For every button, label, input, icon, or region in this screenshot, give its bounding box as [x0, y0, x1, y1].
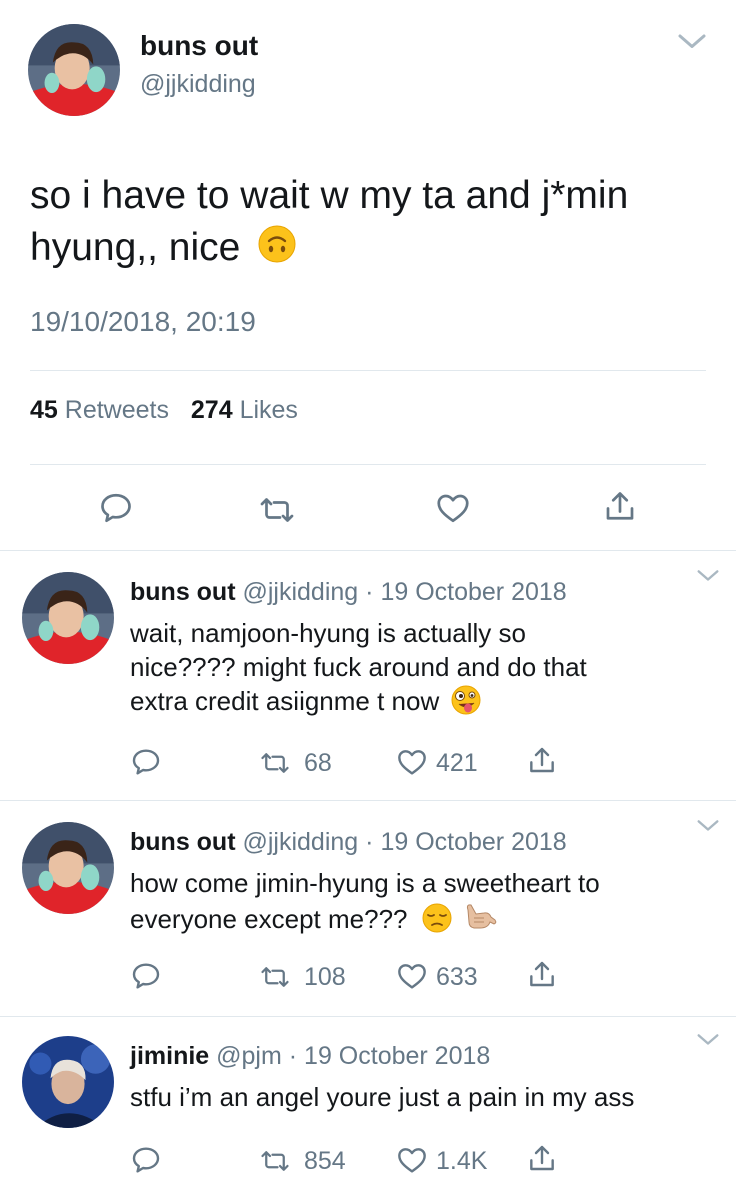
- separator: ·: [365, 578, 374, 606]
- zany-face-icon: [450, 684, 482, 724]
- retweet-icon[interactable]: [258, 492, 296, 528]
- reply-icon[interactable]: [130, 746, 162, 778]
- avatar[interactable]: [22, 572, 114, 664]
- reply-date[interactable]: 19 October 2018: [304, 1042, 490, 1070]
- separator: ·: [365, 828, 374, 856]
- tweet-text-line: hyung,, nice: [30, 226, 241, 269]
- display-name[interactable]: buns out: [130, 828, 236, 856]
- chevron-down-icon[interactable]: [694, 1026, 722, 1054]
- divider: [30, 370, 706, 371]
- user-handle[interactable]: @jjkidding: [242, 828, 358, 856]
- tweet-text-line: so i have to wait w my ta and j*min: [30, 174, 629, 217]
- share-icon[interactable]: [526, 958, 558, 992]
- reply-text: wait, namjoon-hyung is actually so nice?…: [130, 616, 587, 724]
- divider: [30, 464, 706, 465]
- retweet-count[interactable]: 68: [304, 749, 332, 778]
- retweets-count[interactable]: 45: [30, 396, 58, 424]
- reply-text: how come jimin-hyung is a sweetheart to …: [130, 866, 600, 942]
- reply-header: jiminie @pjm · 19 October 2018: [130, 1042, 490, 1071]
- reply-text-line: everyone except me???: [130, 904, 408, 934]
- display-name[interactable]: buns out: [140, 30, 258, 62]
- user-handle[interactable]: @pjm: [216, 1042, 282, 1070]
- divider: [0, 1016, 736, 1017]
- divider: [0, 800, 736, 801]
- retweet-icon[interactable]: [258, 962, 292, 992]
- like-icon[interactable]: [435, 490, 471, 526]
- retweet-count[interactable]: 854: [304, 1147, 346, 1176]
- avatar[interactable]: [28, 24, 120, 116]
- reply-text-line: nice???? might fuck around and do that: [130, 652, 587, 682]
- like-icon[interactable]: [396, 960, 428, 992]
- likes-label[interactable]: Likes: [240, 396, 298, 424]
- share-icon[interactable]: [602, 488, 638, 526]
- tweet-stats: 45 Retweets 274 Likes: [30, 396, 298, 425]
- like-count[interactable]: 1.4K: [436, 1147, 487, 1176]
- reply-date[interactable]: 19 October 2018: [380, 828, 566, 856]
- display-name[interactable]: jiminie: [130, 1042, 209, 1070]
- user-handle[interactable]: @jjkidding: [242, 578, 358, 606]
- retweet-count[interactable]: 108: [304, 963, 346, 992]
- reply-text-line: extra credit asiignme t now: [130, 686, 440, 716]
- like-count[interactable]: 421: [436, 749, 478, 778]
- like-icon[interactable]: [396, 746, 428, 778]
- reply-icon[interactable]: [130, 1144, 162, 1176]
- like-icon[interactable]: [396, 1144, 428, 1176]
- user-handle[interactable]: @jjkidding: [140, 70, 256, 99]
- tweet-text: so i have to wait w my ta and j*min hyun…: [30, 170, 628, 278]
- share-icon[interactable]: [526, 1142, 558, 1176]
- reply-header: buns out @jjkidding · 19 October 2018: [130, 578, 567, 607]
- chevron-down-icon[interactable]: [694, 812, 722, 840]
- retweet-icon[interactable]: [258, 748, 292, 778]
- call-me-hand-icon: [462, 900, 498, 942]
- avatar[interactable]: [22, 822, 114, 914]
- separator: ·: [288, 1042, 298, 1070]
- reply-text-line: how come jimin-hyung is a sweetheart to: [130, 868, 600, 898]
- reply-text: stfu i’m an angel youre just a pain in m…: [130, 1080, 634, 1114]
- retweet-icon[interactable]: [258, 1146, 292, 1176]
- likes-count[interactable]: 274: [191, 396, 233, 424]
- tweet-timestamp[interactable]: 19/10/2018, 20:19: [30, 306, 256, 338]
- reply-date[interactable]: 19 October 2018: [380, 578, 566, 606]
- pensive-face-icon: [421, 902, 453, 942]
- share-icon[interactable]: [526, 744, 558, 778]
- reply-header: buns out @jjkidding · 19 October 2018: [130, 828, 567, 857]
- retweets-label[interactable]: Retweets: [65, 396, 169, 424]
- reply-icon[interactable]: [98, 490, 134, 526]
- reply-text-line: wait, namjoon-hyung is actually so: [130, 618, 526, 648]
- chevron-down-icon[interactable]: [694, 562, 722, 590]
- upside-down-face-icon: [257, 224, 297, 278]
- divider: [0, 550, 736, 551]
- like-count[interactable]: 633: [436, 963, 478, 992]
- avatar[interactable]: [22, 1036, 114, 1128]
- reply-text-line: stfu i’m an angel youre just a pain in m…: [130, 1082, 635, 1112]
- display-name[interactable]: buns out: [130, 578, 236, 606]
- reply-icon[interactable]: [130, 960, 162, 992]
- chevron-down-icon[interactable]: [674, 24, 710, 60]
